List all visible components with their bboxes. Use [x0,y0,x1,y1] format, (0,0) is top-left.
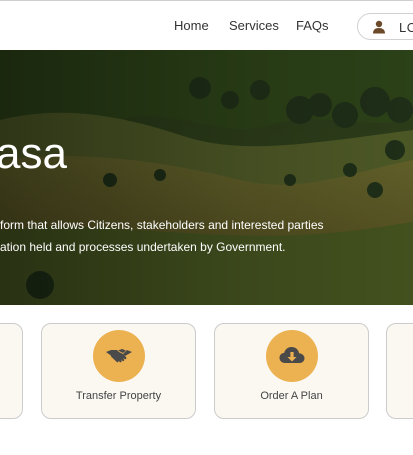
services-section: Transfer Property Order A Plan [0,305,413,455]
service-card-partial[interactable] [386,323,413,419]
service-card-label: Order A Plan [260,390,323,402]
login-button[interactable]: LOGIN [357,13,413,40]
user-icon [373,20,385,34]
page: Home Services FAQs LOGIN [0,0,413,455]
service-icon-circle [93,330,145,382]
nav-services-link[interactable]: Services [229,18,279,33]
login-label: LOGIN [399,20,413,35]
service-card-transfer-property[interactable]: Transfer Property [41,323,196,419]
hero-banner: asa form that allows Citizens, stakehold… [0,50,413,305]
hero-description: form that allows Citizens, stakeholders … [0,214,324,258]
hero-title: asa [0,129,67,178]
hero-description-line: ation held and processes undertaken by G… [0,240,286,254]
service-icon-circle [266,330,318,382]
nav-home-link[interactable]: Home [174,18,209,33]
handshake-icon [106,348,132,363]
nav-faqs-link[interactable]: FAQs [296,18,329,33]
cloud-download-icon [279,347,305,363]
hero-description-line: form that allows Citizens, stakeholders … [0,218,324,232]
service-card-label: Transfer Property [75,390,162,402]
service-card-order-plan[interactable]: Order A Plan [214,323,369,419]
service-card-partial[interactable] [0,323,23,419]
top-navigation-bar: Home Services FAQs LOGIN [0,0,413,50]
